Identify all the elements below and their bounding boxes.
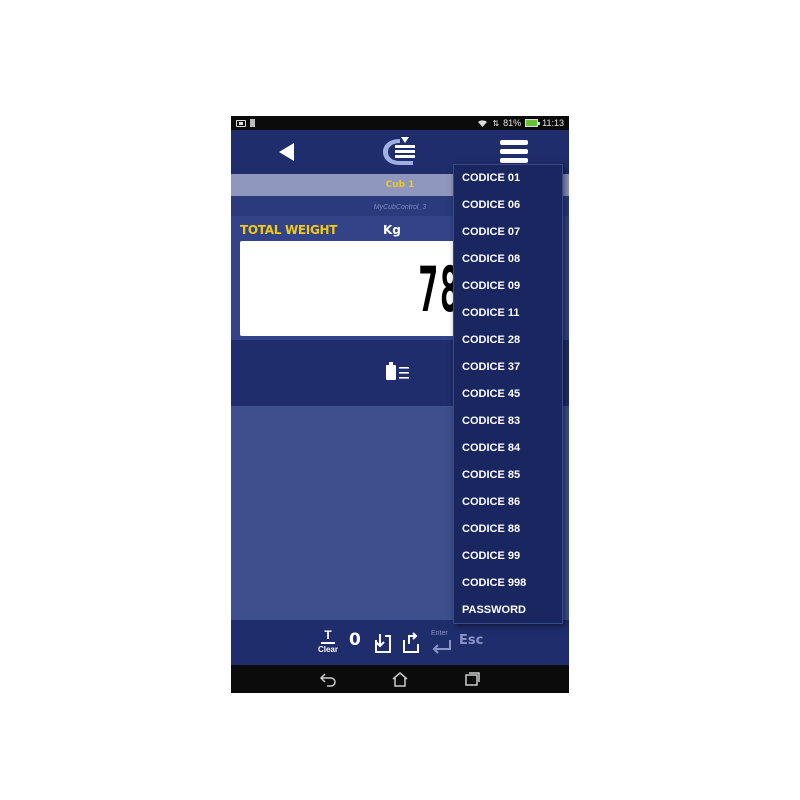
tare-list-icon[interactable] — [383, 361, 413, 385]
menu-item-codice-28[interactable]: CODICE 28 — [454, 327, 562, 354]
menu-item-codice-01[interactable]: CODICE 01 — [454, 165, 562, 192]
weight-unit: Kg — [383, 223, 401, 237]
enter-icon — [432, 640, 451, 654]
status-bar: ⇅ 81% 11:13 — [231, 116, 569, 130]
menu-item-codice-37[interactable]: CODICE 37 — [454, 354, 562, 381]
tare-label: T — [321, 629, 335, 644]
cub-name: Cub 1 — [385, 180, 415, 190]
wifi-icon — [478, 119, 488, 127]
menu-item-codice-45[interactable]: CODICE 45 — [454, 381, 562, 408]
zero-button[interactable]: 0 — [349, 630, 361, 650]
sim-icon — [250, 119, 255, 127]
menu-item-codice-83[interactable]: CODICE 83 — [454, 408, 562, 435]
back-arrow-icon[interactable] — [275, 140, 299, 164]
load-in-icon[interactable] — [373, 632, 393, 654]
menu-item-codice-88[interactable]: CODICE 88 — [454, 516, 562, 543]
code-dropdown-menu: CODICE 01 CODICE 06 CODICE 07 CODICE 08 … — [453, 164, 563, 624]
menu-item-codice-84[interactable]: CODICE 84 — [454, 435, 562, 462]
android-nav-bar — [231, 665, 569, 693]
hamburger-menu-icon[interactable] — [497, 138, 531, 166]
menu-item-codice-85[interactable]: CODICE 85 — [454, 462, 562, 489]
menu-item-codice-99[interactable]: CODICE 99 — [454, 543, 562, 570]
notification-icon — [236, 119, 246, 127]
load-out-icon[interactable] — [401, 632, 421, 654]
data-indicator-icon: ⇅ — [492, 118, 500, 128]
menu-item-codice-11[interactable]: CODICE 11 — [454, 300, 562, 327]
tare-clear-button[interactable]: T Clear — [317, 629, 339, 657]
total-weight-label: TOTAL WEIGHT — [240, 223, 338, 237]
control-name: MyCubControl_3 — [373, 204, 427, 211]
battery-icon — [525, 119, 541, 127]
enter-button[interactable]: Enter — [429, 630, 453, 656]
clear-label: Clear — [317, 645, 338, 654]
menu-item-codice-06[interactable]: CODICE 06 — [454, 192, 562, 219]
menu-item-password[interactable]: PASSWORD — [454, 597, 562, 624]
menu-item-codice-07[interactable]: CODICE 07 — [454, 219, 562, 246]
clock: 11:13 — [542, 118, 564, 128]
esc-button[interactable]: Esc — [459, 633, 483, 648]
device-screen: ⇅ 81% 11:13 Cub 1 MyCubControl_3 TOTAL W… — [231, 116, 569, 693]
menu-item-codice-09[interactable]: CODICE 09 — [454, 273, 562, 300]
bottom-toolbar: T Clear 0 Enter Esc — [231, 620, 569, 665]
menu-item-codice-08[interactable]: CODICE 08 — [454, 246, 562, 273]
nav-back-icon[interactable] — [319, 671, 337, 687]
menu-item-codice-86[interactable]: CODICE 86 — [454, 489, 562, 516]
menu-item-codice-998[interactable]: CODICE 998 — [454, 570, 562, 597]
cub-logo-icon — [383, 137, 415, 165]
battery-percent: 81% — [503, 118, 522, 128]
nav-home-icon[interactable] — [391, 671, 409, 687]
nav-recents-icon[interactable] — [463, 671, 481, 687]
